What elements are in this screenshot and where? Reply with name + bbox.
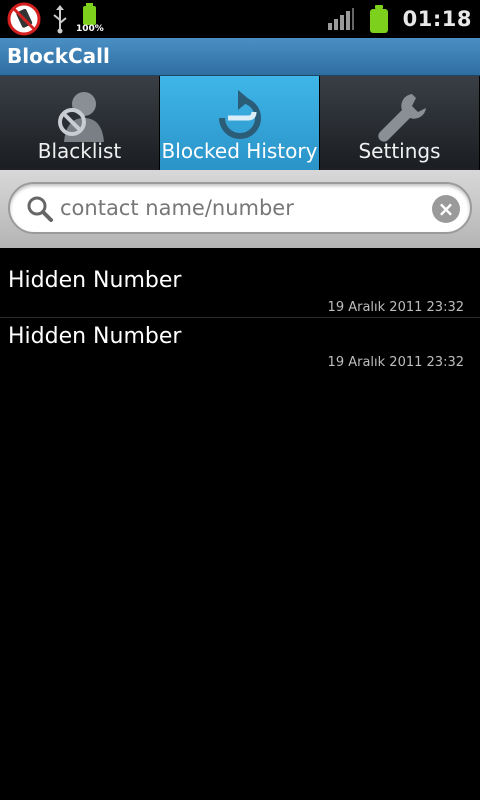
list-item[interactable]: Hidden Number 19 Aralık 2011 23:32 xyxy=(0,248,480,318)
tab-blacklist-label: Blacklist xyxy=(37,139,122,163)
clock: 01:18 xyxy=(402,7,472,31)
tab-blacklist[interactable]: Blacklist xyxy=(0,76,160,170)
search-box[interactable]: × xyxy=(8,182,472,234)
tab-blocked-history[interactable]: Blocked History xyxy=(160,76,320,170)
battery-icon: 100% xyxy=(76,3,104,35)
call-date: 19 Aralık 2011 23:32 xyxy=(327,355,464,370)
status-bar: 100% 01:18 xyxy=(0,0,480,38)
blocked-call-icon xyxy=(7,2,41,36)
blacklist-icon xyxy=(57,92,104,142)
tab-settings-label: Settings xyxy=(358,139,441,163)
tab-blocked-history-label: Blocked History xyxy=(161,139,318,163)
signal-icon xyxy=(327,8,354,30)
usb-icon xyxy=(53,5,67,34)
search-input[interactable] xyxy=(60,188,430,228)
search-area: × xyxy=(0,170,480,248)
title-bar: BlockCall xyxy=(0,38,480,76)
battery-icon xyxy=(369,5,389,33)
wrench-icon xyxy=(377,94,426,142)
tab-bar: Blacklist Blocked History Settings xyxy=(0,76,480,170)
call-date: 19 Aralık 2011 23:32 xyxy=(327,300,464,315)
history-icon xyxy=(218,90,261,139)
clear-icon[interactable]: × xyxy=(432,195,460,223)
search-icon xyxy=(27,196,53,222)
blocked-history-list: Hidden Number 19 Aralık 2011 23:32 Hidde… xyxy=(0,248,480,376)
list-item[interactable]: Hidden Number 19 Aralık 2011 23:32 xyxy=(0,318,480,376)
tab-settings[interactable]: Settings xyxy=(320,76,480,170)
app-title: BlockCall xyxy=(7,44,110,68)
battery-percent: 100% xyxy=(76,24,104,34)
caller-name: Hidden Number xyxy=(8,324,182,349)
caller-name: Hidden Number xyxy=(8,268,182,293)
